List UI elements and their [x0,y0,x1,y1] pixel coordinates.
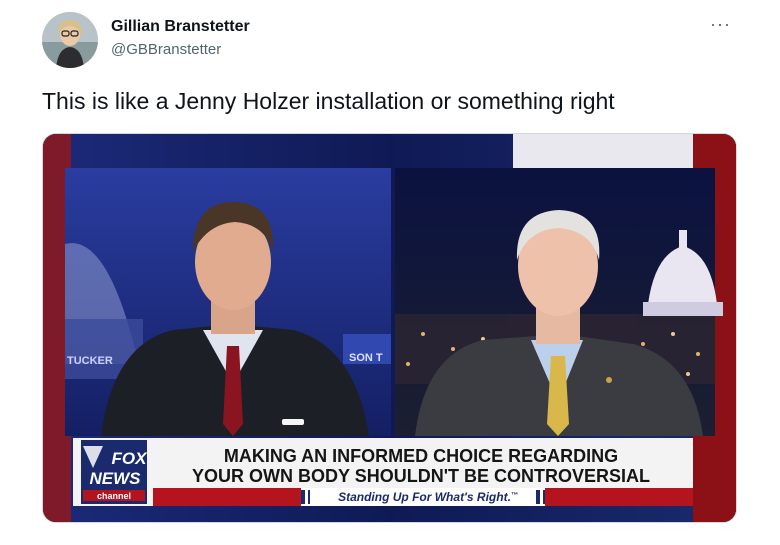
fox-news-logo: FOX NEWS channel [81,440,148,504]
tweet-media-image[interactable]: TUCKER SON T Standing Up For What's Righ… [42,133,737,523]
author-name[interactable]: Gillian Branstetter [111,18,250,36]
more-options-icon[interactable]: ··· [710,14,731,35]
author-handle[interactable]: @GBBranstetter [111,41,221,58]
chyron-tagline: Standing Up For What's Right.™ [338,490,518,504]
broadcast-still: TUCKER SON T Standing Up For What's Righ… [43,134,736,522]
tweet-text: This is like a Jenny Holzer installation… [42,88,615,114]
user-avatar-icon [42,12,98,68]
chyron-headline-line2: YOUR OWN BODY SHOULDN'T BE CONTROVERSIAL [192,466,650,486]
chyron-headline-line1: MAKING AN INFORMED CHOICE REGARDING [224,446,618,466]
svg-text:FOX: FOX [112,449,149,468]
set-text-left: TUCKER [67,355,113,367]
avatar[interactable] [42,12,98,68]
svg-text:channel: channel [97,491,131,501]
set-text-right: SON T [349,352,383,364]
svg-text:NEWS: NEWS [90,469,142,488]
